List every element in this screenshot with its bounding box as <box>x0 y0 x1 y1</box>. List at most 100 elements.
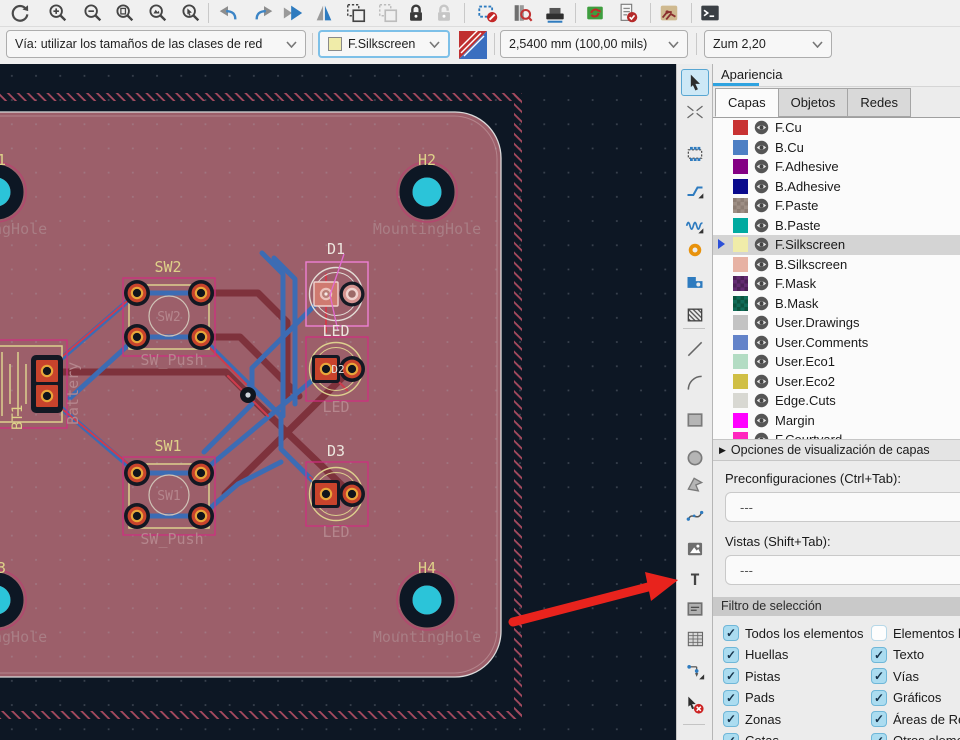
pcb-canvas[interactable]: BT1 Battery SW2 SW2 SW_Push SW1 <box>0 64 676 740</box>
draw-arc-tool[interactable] <box>682 370 708 396</box>
tab-redes[interactable]: Redes <box>847 88 911 117</box>
draw-rectangle-tool[interactable] <box>682 407 708 433</box>
visibility-eye-icon[interactable] <box>754 393 769 408</box>
filter-checkbox[interactable]: ✓ <box>871 690 887 706</box>
filter-checkbox[interactable]: ✓ <box>871 668 887 684</box>
group-items-icon[interactable] <box>343 1 369 25</box>
draw-bezier-tool[interactable] <box>682 502 708 528</box>
interactive-delete-tool[interactable] <box>682 692 708 718</box>
layer-row-b-adhesive[interactable]: B.Adhesive <box>713 177 960 197</box>
layer-row-b-silkscreen[interactable]: B.Silkscreen <box>713 255 960 275</box>
filter-checkbox[interactable]: ✓ <box>723 647 739 663</box>
visibility-eye-icon[interactable] <box>754 198 769 213</box>
layer-color-swatch[interactable] <box>733 335 748 350</box>
filter-checkbox[interactable]: ✓ <box>871 733 887 740</box>
layer-row-f-mask[interactable]: F.Mask <box>713 274 960 294</box>
tune-track-length-tool[interactable] <box>682 212 708 238</box>
visibility-eye-icon[interactable] <box>754 296 769 311</box>
layer-row-f-silkscreen[interactable]: F.Silkscreen <box>713 235 960 255</box>
active-layer-dropdown[interactable]: F.Silkscreen <box>318 30 450 58</box>
layer-row-f-adhesive[interactable]: F.Adhesive <box>713 157 960 177</box>
layer-color-swatch[interactable] <box>733 179 748 194</box>
select-cursor-tool[interactable] <box>681 69 709 96</box>
add-text-tool[interactable]: T <box>682 566 708 592</box>
zoom-out-icon[interactable] <box>80 1 106 25</box>
layer-color-swatch[interactable] <box>733 159 748 174</box>
layer-color-swatch[interactable] <box>733 198 748 213</box>
add-filled-zone-tool[interactable] <box>682 269 708 295</box>
layer-row-f-cu[interactable]: F.Cu <box>713 118 960 138</box>
viewports-dropdown[interactable]: --- <box>725 555 960 585</box>
mirror-icon[interactable] <box>311 1 337 25</box>
visibility-eye-icon[interactable] <box>754 159 769 174</box>
layer-row-user-eco2[interactable]: User.Eco2 <box>713 372 960 392</box>
layer-row-b-mask[interactable]: B.Mask <box>713 294 960 314</box>
visibility-eye-icon[interactable] <box>754 120 769 135</box>
filter-checkbox[interactable] <box>871 625 887 641</box>
lock-icon[interactable] <box>403 1 429 25</box>
layer-row-margin[interactable]: Margin <box>713 411 960 431</box>
visibility-eye-icon[interactable] <box>754 315 769 330</box>
filter-checkbox[interactable]: ✓ <box>723 711 739 727</box>
draw-line-tool[interactable] <box>682 336 708 362</box>
add-table-tool[interactable] <box>682 626 708 652</box>
add-footprint-tool[interactable] <box>682 141 708 167</box>
ungroup-items-icon[interactable] <box>375 1 401 25</box>
cleanup-tracks-icon[interactable] <box>656 1 682 25</box>
filter-checkbox[interactable]: ✓ <box>723 625 739 641</box>
filter-checkbox[interactable]: ✓ <box>723 668 739 684</box>
visibility-eye-icon[interactable] <box>754 237 769 252</box>
tab-capas[interactable]: Capas <box>715 88 779 117</box>
draw-circle-tool[interactable] <box>682 445 708 471</box>
filter-checkbox[interactable]: ✓ <box>871 711 887 727</box>
tab-objetos[interactable]: Objetos <box>778 88 849 117</box>
layer-row-user-comments[interactable]: User.Comments <box>713 333 960 353</box>
flip-board-view-icon[interactable] <box>280 1 306 25</box>
layer-row-b-paste[interactable]: B.Paste <box>713 216 960 236</box>
layer-color-swatch[interactable] <box>733 276 748 291</box>
zoom-fit-objects-icon[interactable] <box>145 1 171 25</box>
hide-ratsnest-icon[interactable] <box>475 1 501 25</box>
layer-color-swatch[interactable] <box>733 257 748 272</box>
track-width-dropdown[interactable]: 2,5400 mm (100,00 mils) <box>500 30 688 58</box>
layer-color-swatch[interactable] <box>733 354 748 369</box>
visibility-eye-icon[interactable] <box>754 276 769 291</box>
visibility-eye-icon[interactable] <box>754 335 769 350</box>
layer-color-swatch[interactable] <box>733 237 748 252</box>
visibility-eye-icon[interactable] <box>754 432 769 439</box>
layer-color-swatch[interactable] <box>733 140 748 155</box>
via-size-dropdown[interactable]: Vía: utilizar los tamaños de las clases … <box>6 30 306 58</box>
scripting-console-icon[interactable] <box>697 1 723 25</box>
via[interactable] <box>240 387 256 403</box>
search-footprints-icon[interactable] <box>509 1 535 25</box>
add-dimension-tool[interactable] <box>682 658 708 684</box>
layer-row-edge-cuts[interactable]: Edge.Cuts <box>713 391 960 411</box>
design-rules-check-icon[interactable] <box>615 1 641 25</box>
layer-display-options[interactable]: ▶ Opciones de visualización de capas <box>713 439 960 461</box>
layer-color-swatch[interactable] <box>733 432 748 439</box>
visibility-eye-icon[interactable] <box>754 218 769 233</box>
filter-checkbox[interactable]: ✓ <box>723 733 739 740</box>
add-textbox-tool[interactable] <box>682 596 708 622</box>
visibility-eye-icon[interactable] <box>754 374 769 389</box>
layer-row-f-paste[interactable]: F.Paste <box>713 196 960 216</box>
layer-row-user-eco1[interactable]: User.Eco1 <box>713 352 960 372</box>
zoom-in-icon[interactable] <box>45 1 71 25</box>
refresh-icon[interactable] <box>6 1 32 25</box>
presets-dropdown[interactable]: --- <box>725 492 960 522</box>
layer-pair-indicator-icon[interactable] <box>459 31 487 64</box>
layer-color-swatch[interactable] <box>733 315 748 330</box>
layer-row-user-drawings[interactable]: User.Drawings <box>713 313 960 333</box>
visibility-eye-icon[interactable] <box>754 354 769 369</box>
unlock-icon[interactable] <box>431 1 457 25</box>
route-tracks-tool[interactable] <box>682 177 708 203</box>
layer-row-f-courtyard[interactable]: F.Courtyard <box>713 430 960 439</box>
local-ratsnest-tool[interactable] <box>682 99 708 125</box>
visibility-eye-icon[interactable] <box>754 413 769 428</box>
layer-color-swatch[interactable] <box>733 296 748 311</box>
add-rule-area-tool[interactable] <box>682 302 708 328</box>
layer-color-swatch[interactable] <box>733 120 748 135</box>
zoom-fit-page-icon[interactable] <box>112 1 138 25</box>
undo-icon[interactable] <box>215 1 241 25</box>
visibility-eye-icon[interactable] <box>754 179 769 194</box>
